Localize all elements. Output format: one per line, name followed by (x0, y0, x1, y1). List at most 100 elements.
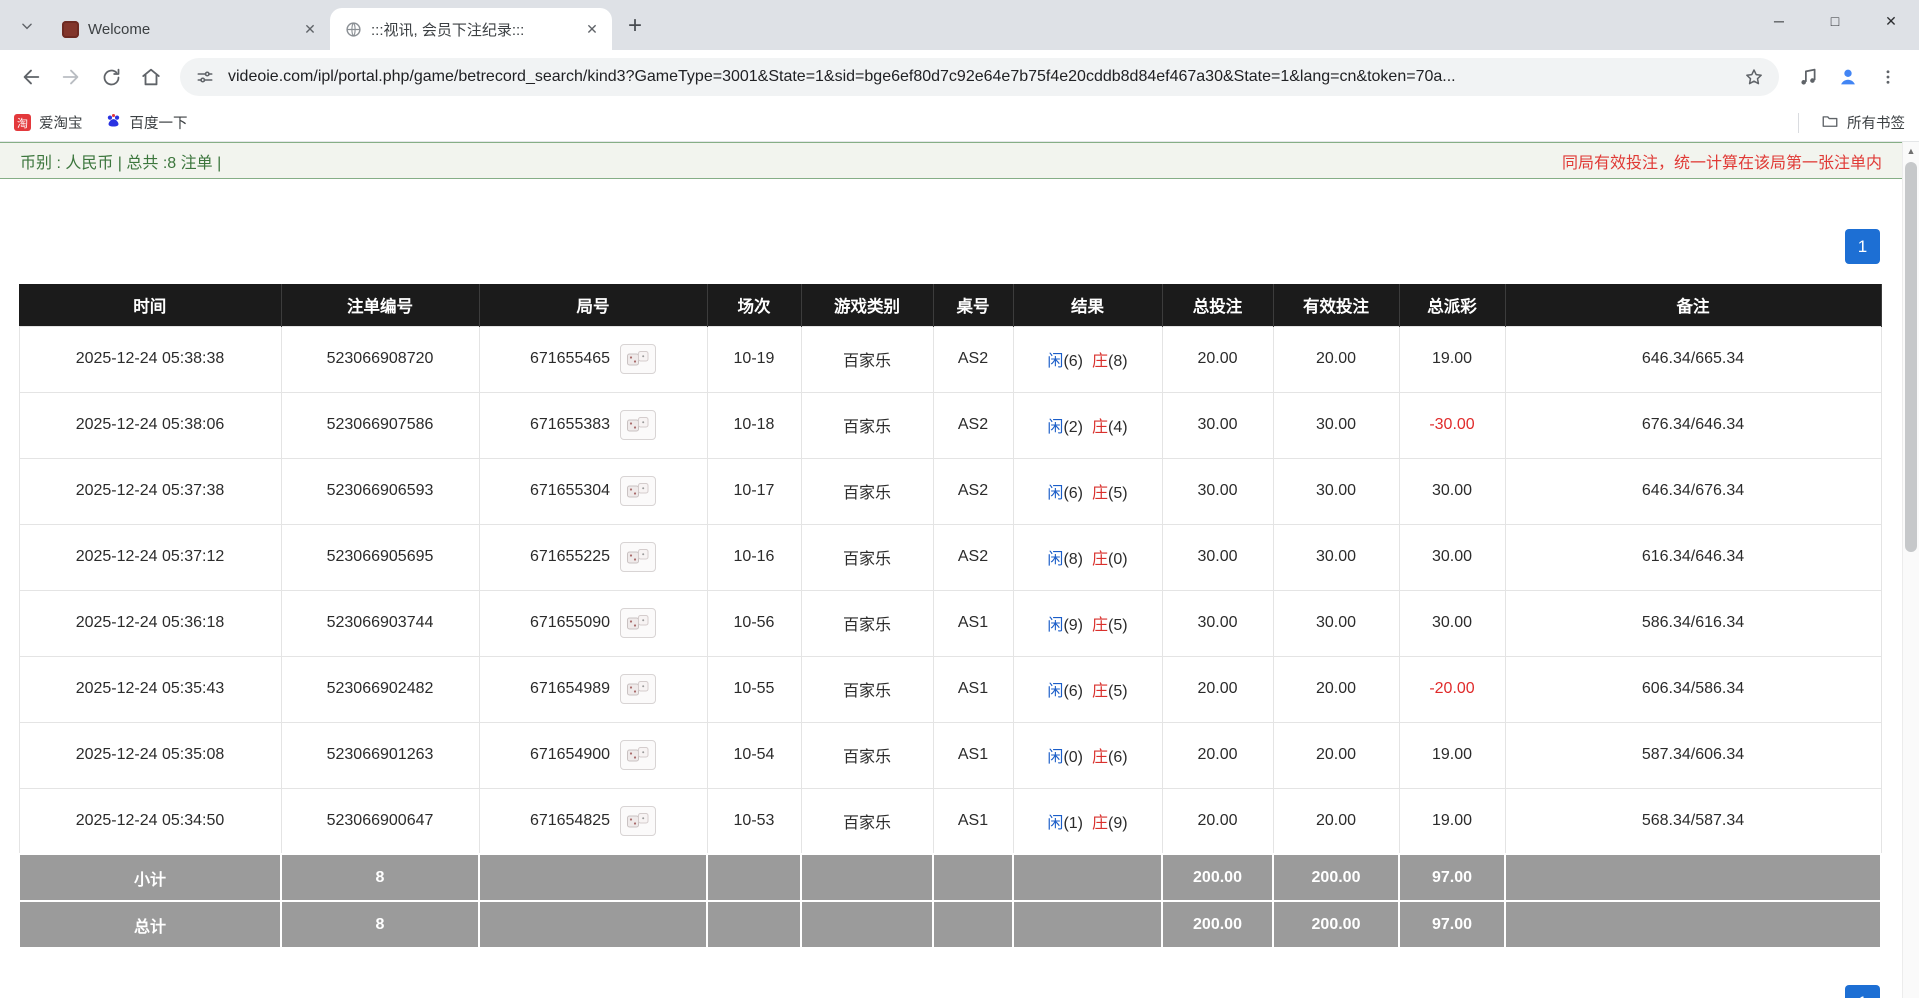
round-result-icon[interactable] (620, 344, 656, 374)
game-type-cell: 百家乐 (801, 524, 933, 590)
bookmark-label: 百度一下 (130, 112, 188, 133)
bet-id-cell: 523066900647 (281, 788, 479, 854)
banker-score: (8) (1108, 353, 1128, 370)
result-cell: 闲(8)庄(0) (1013, 524, 1162, 590)
close-button[interactable]: ✕ (1863, 0, 1919, 42)
player-result-label: 闲 (1047, 551, 1063, 568)
round-result-icon[interactable] (620, 806, 656, 836)
result-cell: 闲(0)庄(6) (1013, 722, 1162, 788)
tab-search-button[interactable] (12, 11, 42, 41)
profile-button[interactable] (1831, 60, 1865, 94)
round-cell: 671654900 (479, 722, 707, 788)
banker-score: (5) (1108, 683, 1128, 700)
banker-score: (9) (1108, 815, 1128, 832)
player-score: (8) (1063, 551, 1083, 568)
tab-welcome[interactable]: Welcome ✕ (48, 8, 330, 50)
scrollbar[interactable]: ▲ (1902, 142, 1919, 998)
banker-result-label: 庄 (1092, 551, 1108, 568)
menu-button[interactable] (1871, 60, 1905, 94)
player-result-label: 闲 (1047, 353, 1063, 370)
round-result-icon[interactable] (620, 674, 656, 704)
three-dot-menu-icon (1879, 68, 1897, 86)
browser-tab-bar: Welcome ✕ :::视讯, 会员下注纪录::: ✕ + ─ □ ✕ (0, 0, 1919, 50)
media-controls-icon (1798, 67, 1819, 88)
tab-close-icon[interactable]: ✕ (300, 19, 320, 39)
table-row: 2025-12-24 05:34:50 523066900647 6716548… (19, 788, 1881, 854)
taobao-favicon-icon: 淘 (14, 114, 31, 131)
remark-cell: 586.34/616.34 (1505, 590, 1881, 656)
scroll-up-arrow-icon[interactable]: ▲ (1903, 142, 1919, 160)
site-settings-icon[interactable] (192, 64, 218, 90)
player-score: (6) (1063, 485, 1083, 502)
banker-score: (6) (1108, 749, 1128, 766)
scrollbar-thumb[interactable] (1905, 162, 1917, 552)
round-result-icon[interactable] (620, 476, 656, 506)
subtotal-payout: 97.00 (1399, 854, 1505, 901)
time-cell: 2025-12-24 05:38:06 (19, 392, 281, 458)
col-header-total-bet: 总投注 (1162, 284, 1273, 326)
page-1-button[interactable]: 1 (1845, 985, 1880, 998)
table-no-cell: AS2 (933, 392, 1013, 458)
page-1-button[interactable]: 1 (1845, 229, 1880, 264)
banker-result-label: 庄 (1092, 485, 1108, 502)
player-score: (6) (1063, 683, 1083, 700)
pagination-bottom: 1 (1845, 985, 1880, 998)
pagination-top: 1 (18, 229, 1880, 264)
round-result-icon[interactable] (620, 410, 656, 440)
tab-title: Welcome (88, 21, 291, 38)
round-result-icon[interactable] (620, 608, 656, 638)
currency-summary-text: 币别 : 人民币 | 总共 :8 注单 | (20, 149, 221, 173)
bet-id-cell: 523066907586 (281, 392, 479, 458)
time-cell: 2025-12-24 05:37:38 (19, 458, 281, 524)
url-text[interactable]: videoie.com/ipl/portal.php/game/betrecor… (228, 68, 1741, 86)
reload-button[interactable] (94, 60, 128, 94)
minimize-button[interactable]: ─ (1751, 0, 1807, 42)
col-header-round: 局号 (479, 284, 707, 326)
baidu-favicon-icon (105, 112, 122, 133)
browser-nav-bar: videoie.com/ipl/portal.php/game/betrecor… (0, 50, 1919, 104)
page-content: 币别 : 人民币 | 总共 :8 注单 | 同局有效投注，统一计算在该局第一张注… (0, 142, 1902, 949)
session-cell: 10-55 (707, 656, 801, 722)
round-number: 671655304 (530, 482, 610, 499)
back-button[interactable] (14, 60, 48, 94)
player-result-label: 闲 (1047, 683, 1063, 700)
tab-close-icon[interactable]: ✕ (582, 19, 602, 39)
bookmark-item-aitaobao[interactable]: 淘 爱淘宝 (14, 112, 83, 133)
player-score: (0) (1063, 749, 1083, 766)
table-no-cell: AS2 (933, 458, 1013, 524)
remark-cell: 646.34/665.34 (1505, 326, 1881, 392)
remark-cell: 676.34/646.34 (1505, 392, 1881, 458)
new-tab-button[interactable]: + (618, 9, 652, 43)
bookmark-star-icon[interactable] (1741, 64, 1767, 90)
round-number: 671654825 (530, 812, 610, 829)
round-number: 671654989 (530, 680, 610, 697)
col-header-remark: 备注 (1505, 284, 1881, 326)
home-button[interactable] (134, 60, 168, 94)
welcome-favicon-icon (62, 21, 79, 38)
tab-bet-record[interactable]: :::视讯, 会员下注纪录::: ✕ (330, 8, 612, 50)
time-cell: 2025-12-24 05:37:12 (19, 524, 281, 590)
total-bet-cell: 20.00 (1162, 788, 1273, 854)
chevron-down-icon (20, 19, 34, 33)
round-result-icon[interactable] (620, 740, 656, 770)
maximize-button[interactable]: □ (1807, 0, 1863, 42)
all-bookmarks-button[interactable]: 所有书签 (1821, 112, 1905, 134)
forward-button[interactable] (54, 60, 88, 94)
bookmark-item-baidu[interactable]: 百度一下 (105, 112, 188, 133)
round-cell: 671655383 (479, 392, 707, 458)
address-bar[interactable]: videoie.com/ipl/portal.php/game/betrecor… (180, 58, 1779, 96)
session-cell: 10-54 (707, 722, 801, 788)
time-cell: 2025-12-24 05:34:50 (19, 788, 281, 854)
round-cell: 671654989 (479, 656, 707, 722)
bet-id-cell: 523066905695 (281, 524, 479, 590)
media-controls-button[interactable] (1791, 60, 1825, 94)
session-cell: 10-16 (707, 524, 801, 590)
round-number: 671655090 (530, 614, 610, 631)
session-cell: 10-53 (707, 788, 801, 854)
player-result-label: 闲 (1047, 485, 1063, 502)
valid-bet-cell: 20.00 (1273, 788, 1399, 854)
forward-arrow-icon (60, 66, 82, 88)
round-number: 671655225 (530, 548, 610, 565)
round-result-icon[interactable] (620, 542, 656, 572)
bet-id-cell: 523066901263 (281, 722, 479, 788)
